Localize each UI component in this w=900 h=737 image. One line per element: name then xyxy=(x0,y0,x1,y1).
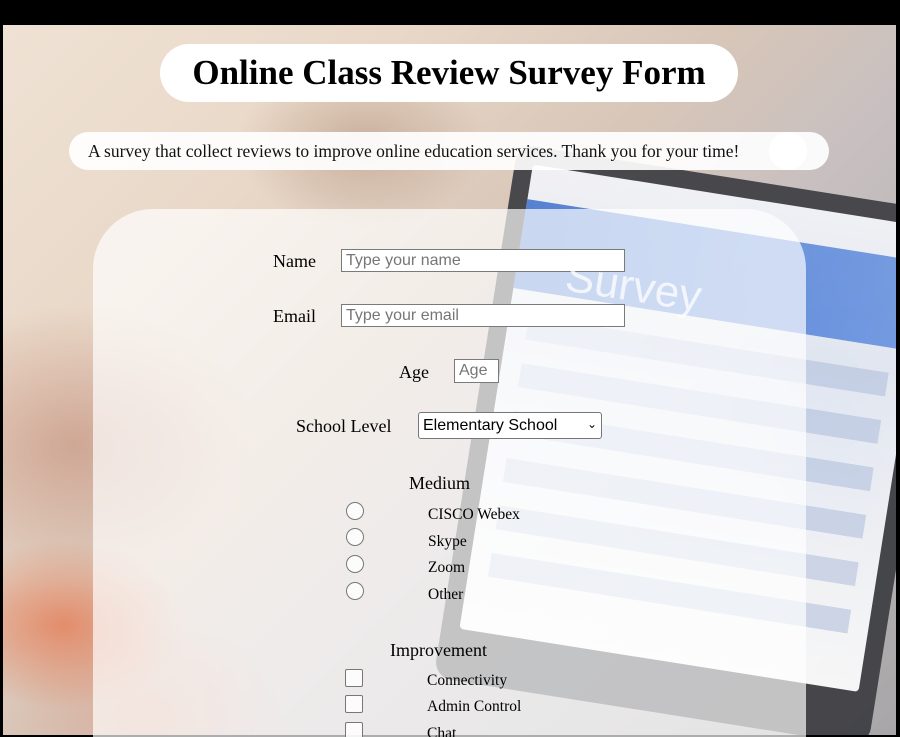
medium-radio-zoom[interactable] xyxy=(346,555,364,573)
medium-section-title: Medium xyxy=(409,473,470,493)
improvement-checkbox-chat[interactable] xyxy=(345,722,363,737)
medium-radio-cisco-webex[interactable] xyxy=(346,502,364,520)
email-input[interactable] xyxy=(341,304,625,327)
school-level-selected-value: Elementary School xyxy=(423,416,558,434)
description-knob xyxy=(769,132,807,170)
chevron-down-icon: ⌄ xyxy=(586,417,597,431)
browser-top-bar xyxy=(0,0,900,25)
improvement-option-label: Admin Control xyxy=(427,698,522,715)
medium-option-label: Zoom xyxy=(428,559,466,576)
age-input[interactable] xyxy=(454,359,499,383)
improvement-checkbox-connectivity[interactable] xyxy=(345,669,363,687)
description-container: A survey that collect reviews to improve… xyxy=(69,132,829,170)
medium-option-label: CISCO Webex xyxy=(428,506,520,523)
improvement-option-label: Connectivity xyxy=(427,672,508,689)
age-label: Age xyxy=(399,362,429,382)
page-title-container: Online Class Review Survey Form xyxy=(160,44,738,102)
medium-radio-skype[interactable] xyxy=(346,528,364,546)
medium-option-label: Skype xyxy=(428,533,467,550)
page-title: Online Class Review Survey Form xyxy=(192,53,706,92)
improvement-section-title: Improvement xyxy=(390,640,487,660)
improvement-checkbox-admin-control[interactable] xyxy=(345,695,363,713)
medium-option-label: Other xyxy=(428,586,464,603)
medium-radio-other[interactable] xyxy=(346,582,364,600)
school-level-select[interactable]: Elementary School ⌄ xyxy=(418,412,602,439)
email-label: Email xyxy=(273,306,316,326)
page-description: A survey that collect reviews to improve… xyxy=(88,141,740,161)
name-label: Name xyxy=(273,251,316,271)
improvement-option-label: Chat xyxy=(427,725,457,737)
school-level-label: School Level xyxy=(296,416,392,436)
